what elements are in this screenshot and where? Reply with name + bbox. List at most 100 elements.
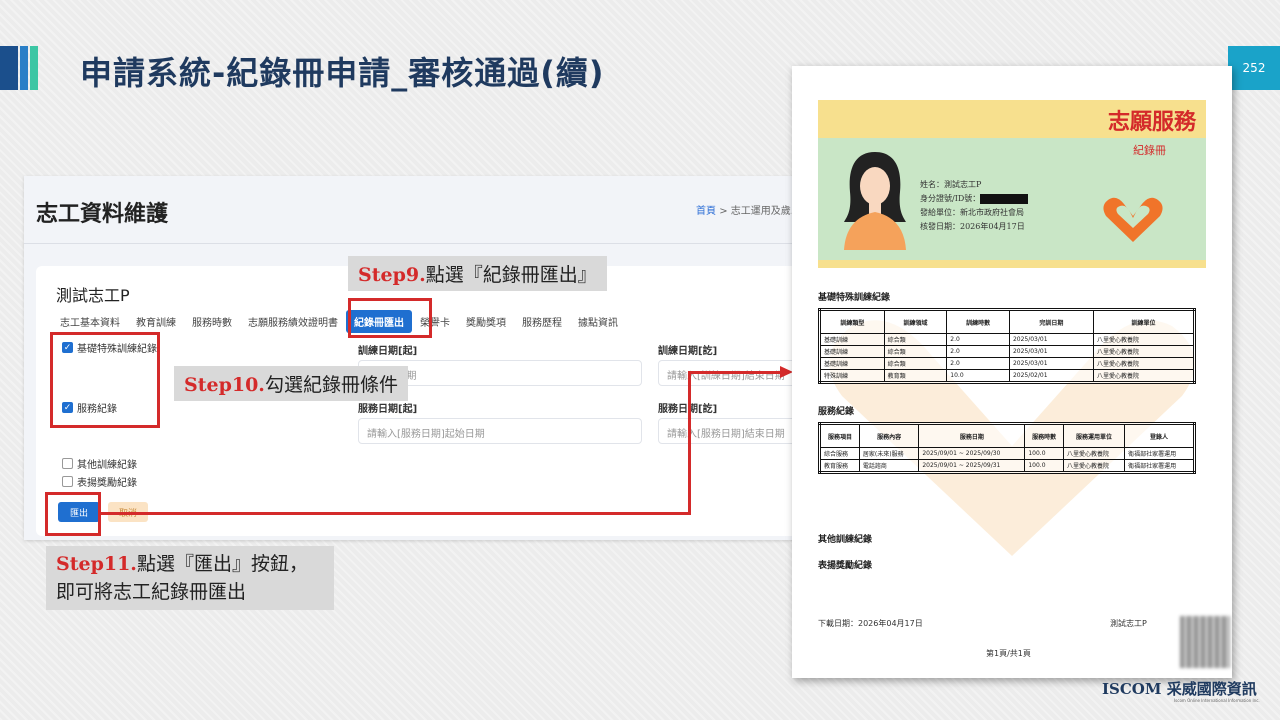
checkbox-awards[interactable]: 表揚獎勵紀錄 [62, 474, 137, 489]
section-title-other-training: 其他訓練紀錄 [818, 535, 873, 545]
connector-line [688, 372, 691, 515]
table-cell: 綜合類 [883, 357, 948, 370]
table-header-cell: 服務項目 [819, 423, 860, 448]
highlight-export-tab [348, 298, 432, 338]
connector-line [688, 371, 782, 374]
tab-training[interactable]: 教育訓練 [128, 310, 184, 333]
logo-subtitle: Iscom Online International Information I… [1174, 698, 1260, 703]
page-title: 志工資料維護 [36, 202, 169, 227]
step-number: Step9. [358, 264, 426, 286]
tab-bar: 志工基本資料 教育訓練 服務時數 志願服務績效證明書 紀錄冊匯出 榮譽卡 獎勵獎… [52, 310, 626, 333]
table-header-cell: 訓練時數 [946, 309, 1010, 334]
info-id: 身分證號/ID號： [920, 192, 1029, 206]
table-cell: 教育服務 [819, 459, 860, 473]
table-row: 基礎訓練 綜合類 2.0 2025/03/01 八里愛心教養院 [819, 345, 1196, 358]
table-cell: 100.0 [1024, 459, 1064, 473]
table-cell: 基礎訓練 [819, 345, 885, 358]
service-end-input[interactable]: 請輸入[服務日期]結束日期 [658, 418, 814, 444]
table-cell: 特殊訓練 [819, 369, 885, 383]
step-text: 即可將志工紀錄冊匯出 [56, 581, 247, 603]
avatar-icon [844, 152, 906, 250]
step-number: Step10. [184, 374, 265, 396]
table-cell: 教育類 [883, 369, 948, 383]
table-header-row: 服務項目 服務內容 服務日期 服務時數 服務運用單位 登錄人 [819, 423, 1195, 448]
table-cell: 電話諮商 [858, 459, 920, 473]
logo-en: ISCOM [1102, 680, 1162, 698]
table-row: 基礎訓練 綜合類 2.0 2025/03/01 八里愛心教養院 [819, 357, 1196, 370]
table-cell: 2025/03/01 [1008, 357, 1094, 370]
checkbox-label: 表揚獎勵紀錄 [77, 478, 137, 489]
info-name: 姓名：測試志工P [920, 180, 982, 189]
volunteer-name: 測試志工P [56, 286, 130, 305]
header-accent-bar [20, 46, 28, 90]
table-header-cell: 服務時數 [1024, 423, 1064, 448]
table-cell: 2025/03/01 [1008, 345, 1094, 358]
table-cell: 2025/09/01 ~ 2025/09/30 [918, 447, 1026, 460]
table-header-cell: 訓練類型 [819, 309, 885, 334]
tab-service-hours[interactable]: 服務時數 [184, 310, 240, 333]
checkbox-unchecked-icon [62, 476, 73, 487]
info-issuer: 發給單位：新北市政府社會局 [920, 208, 1024, 217]
table-cell: 100.0 [1024, 447, 1064, 460]
section-title-awards: 表揚獎勵紀錄 [818, 561, 873, 571]
table-cell: 2.0 [946, 333, 1010, 346]
table-header-cell: 完訓日期 [1008, 309, 1094, 334]
table-cell: 2025/03/01 [1008, 333, 1094, 346]
volunteer-info: 姓名：測試志工P 身分證號/ID號： 發給單位：新北市政府社會局 核發日期：20… [920, 178, 1029, 234]
slide-title: 申請系統-紀錄冊申請_審核通過(續) [80, 54, 605, 92]
tab-certificate[interactable]: 志願服務績效證明書 [240, 310, 346, 333]
table-header-row: 訓練類型 訓練領域 訓練時數 完訓日期 訓練單位 [819, 309, 1196, 334]
step-text: 勾選紀錄冊條件 [264, 374, 398, 396]
redaction-bar [980, 194, 1029, 204]
step11-line1: Step11.點選『匯出』按鈕， [56, 550, 324, 578]
table-header-cell: 服務日期 [918, 423, 1026, 448]
table-cell: 綜合類 [883, 345, 948, 358]
breadcrumb-rest: > 志工運用及歲... [719, 206, 801, 217]
table-cell: 八里愛心教養院 [1092, 369, 1196, 383]
connector-line [101, 512, 691, 515]
info-issue-date: 核發日期：2026年04月17日 [920, 222, 1025, 231]
document-title: 志願服務 [1107, 109, 1196, 135]
service-start-input[interactable]: 請輸入[服務日期]起始日期 [358, 418, 642, 444]
callout-step9: Step9.點選『紀錄冊匯出』 [348, 256, 607, 291]
callout-step10: Step10.勾選紀錄冊條件 [174, 366, 408, 401]
cover-panel: 志願服務 紀錄冊 姓名：測試志工P 身分證號/ID號： 發給單位：新北市政府社會… [818, 100, 1206, 268]
table-cell: 綜合服務 [819, 447, 860, 460]
table-body: 綜合服務 居家(未來)服務 2025/09/01 ~ 2025/09/30 100.0… [819, 447, 1195, 473]
breadcrumb: 首頁 > 志工運用及歲... [696, 202, 800, 217]
download-date: 下載日期：2026年04月17日 [818, 619, 923, 628]
table-cell: 八里愛心教養院 [1092, 345, 1196, 358]
table-cell: 八里愛心教養院 [1092, 333, 1196, 346]
footer-volunteer-name: 測試志工P [1110, 619, 1147, 628]
table-cell: 2025/09/01 ~ 2025/09/31 [918, 459, 1026, 473]
table-row: 基礎訓練 綜合類 2.0 2025/03/01 八里愛心教養院 [819, 333, 1196, 346]
checkbox-unchecked-icon [62, 458, 73, 469]
table-row: 教育服務 電話諮商 2025/09/01 ~ 2025/09/31 100.0 八里愛心… [819, 459, 1195, 473]
company-logo: ISCOM 采威國際資訊 [1102, 678, 1257, 699]
page-info: 第1頁/共1頁 [986, 649, 1031, 658]
volunteer-logo-icon [1103, 197, 1163, 242]
qr-code-icon [1180, 616, 1230, 668]
table-row: 特殊訓練 教育類 10.0 2025/02/01 八里愛心教養院 [819, 369, 1196, 383]
tab-awards[interactable]: 獎勵獎項 [458, 310, 514, 333]
exported-record-document: 志願服務 紀錄冊 姓名：測試志工P 身分證號/ID號： 發給單位：新北市政府社會… [792, 66, 1232, 678]
table-body: 基礎訓練 綜合類 2.0 2025/03/01 八里愛心教養院 基礎訓練 綜合類 2.0 202… [819, 333, 1196, 383]
table-header-cell: 登錄人 [1124, 423, 1195, 448]
page-number-badge: 252 [1228, 46, 1280, 90]
tab-site-info[interactable]: 據點資訊 [570, 310, 626, 333]
step-number: Step11. [56, 553, 137, 575]
tab-service-history[interactable]: 服務歷程 [514, 310, 570, 333]
tab-basic-info[interactable]: 志工基本資料 [52, 310, 128, 333]
table-cell: 2025/02/01 [1008, 369, 1094, 383]
table-header-cell: 服務內容 [858, 423, 920, 448]
app-header: 志工資料維護 首頁 > 志工運用及歲... [24, 176, 814, 244]
table-cell: 八里愛心教養院 [1062, 447, 1126, 460]
section-title-training: 基礎特殊訓練紀錄 [818, 293, 891, 303]
highlight-export-button [45, 492, 101, 536]
table-cell: 基礎訓練 [819, 357, 885, 370]
callout-step11: Step11.點選『匯出』按鈕， 即可將志工紀錄冊匯出 [46, 546, 334, 610]
breadcrumb-home-link[interactable]: 首頁 [696, 206, 716, 217]
checkbox-other-training[interactable]: 其他訓練紀錄 [62, 456, 137, 471]
table-cell: 居家(未來)服務 [858, 447, 920, 460]
table-row: 綜合服務 居家(未來)服務 2025/09/01 ~ 2025/09/30 100.0… [819, 447, 1195, 460]
